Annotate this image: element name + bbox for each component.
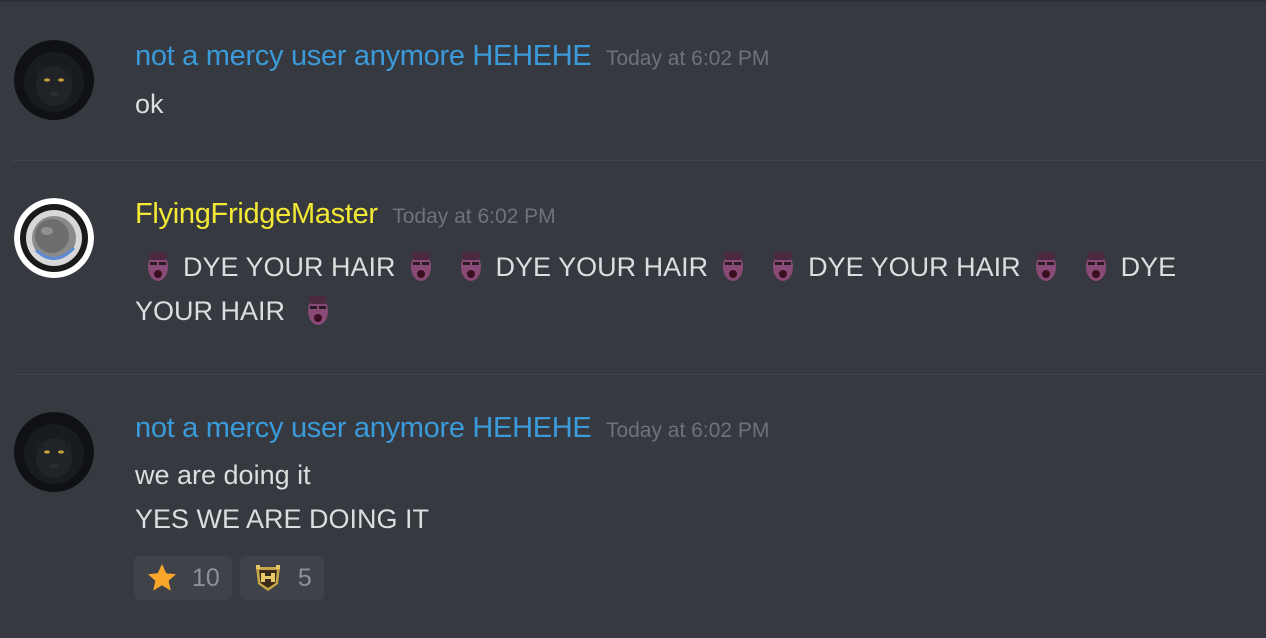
username[interactable]: not a mercy user anymore HEHEHE: [135, 40, 592, 72]
message-content: DYE YOUR HAIR DYE YOUR HAIR DYE YOUR HAIR D…: [135, 245, 1176, 333]
message-group: not a mercy user anymore HEHEHE Today at…: [0, 0, 1266, 160]
message-content: ok: [135, 82, 164, 126]
username[interactable]: FlyingFridgeMaster: [135, 198, 378, 230]
reaction-count: 10: [192, 563, 220, 592]
message-line: DYE YOUR HAIR DYE YOUR HAIR DYE YOUR HAIR D…: [135, 245, 1176, 289]
message-text: YOUR HAIR: [135, 296, 286, 326]
shouting-face-emoji[interactable]: [139, 247, 177, 285]
overwatch-badge-icon: [252, 562, 284, 594]
timestamp: Today at 6:02 PM: [605, 47, 770, 70]
timestamp: Today at 6:02 PM: [392, 205, 556, 228]
black-panther-avatar[interactable]: [14, 412, 94, 492]
message-header: FlyingFridgeMaster Today at 6:02 PM: [135, 198, 556, 231]
message-text: YES WE ARE DOING IT: [135, 504, 430, 534]
shouting-face-emoji[interactable]: [714, 247, 752, 285]
shouting-face-emoji[interactable]: [764, 247, 802, 285]
message-header: not a mercy user anymore HEHEHE Today at…: [135, 40, 769, 73]
message-line: YOUR HAIR: [135, 289, 1176, 333]
username[interactable]: not a mercy user anymore HEHEHE: [135, 412, 592, 444]
message-text: DYE: [1120, 252, 1177, 282]
reaction-count: 5: [297, 563, 312, 592]
shouting-face-emoji[interactable]: [402, 247, 440, 285]
message-header: not a mercy user anymore HEHEHE Today at…: [135, 412, 769, 445]
message-content: we are doing it YES WE ARE DOING IT: [135, 453, 429, 541]
message-text: ok: [135, 89, 164, 119]
shouting-face-emoji[interactable]: [1077, 247, 1115, 285]
message-text: DYE YOUR HAIR: [495, 252, 709, 282]
message-text: we are doing it: [135, 460, 311, 490]
star-icon: [146, 562, 178, 594]
message-text: DYE YOUR HAIR: [808, 252, 1021, 282]
reaction-star[interactable]: 10: [134, 556, 232, 600]
black-panther-avatar[interactable]: [14, 40, 94, 120]
timestamp: Today at 6:02 PM: [605, 419, 770, 442]
message-group: not a mercy user anymore HEHEHE Today at…: [0, 375, 1266, 638]
shouting-face-emoji[interactable]: [299, 291, 337, 329]
shouting-face-emoji[interactable]: [1027, 247, 1065, 285]
message-text: DYE YOUR HAIR: [183, 252, 396, 282]
shouting-face-emoji[interactable]: [452, 247, 490, 285]
reaction-overwatch-badge[interactable]: 5: [239, 556, 324, 600]
silver-ring-avatar[interactable]: [14, 198, 94, 278]
message-group: FlyingFridgeMaster Today at 6:02 PM DYE …: [0, 161, 1266, 374]
reactions-bar: 10 5: [134, 556, 324, 600]
